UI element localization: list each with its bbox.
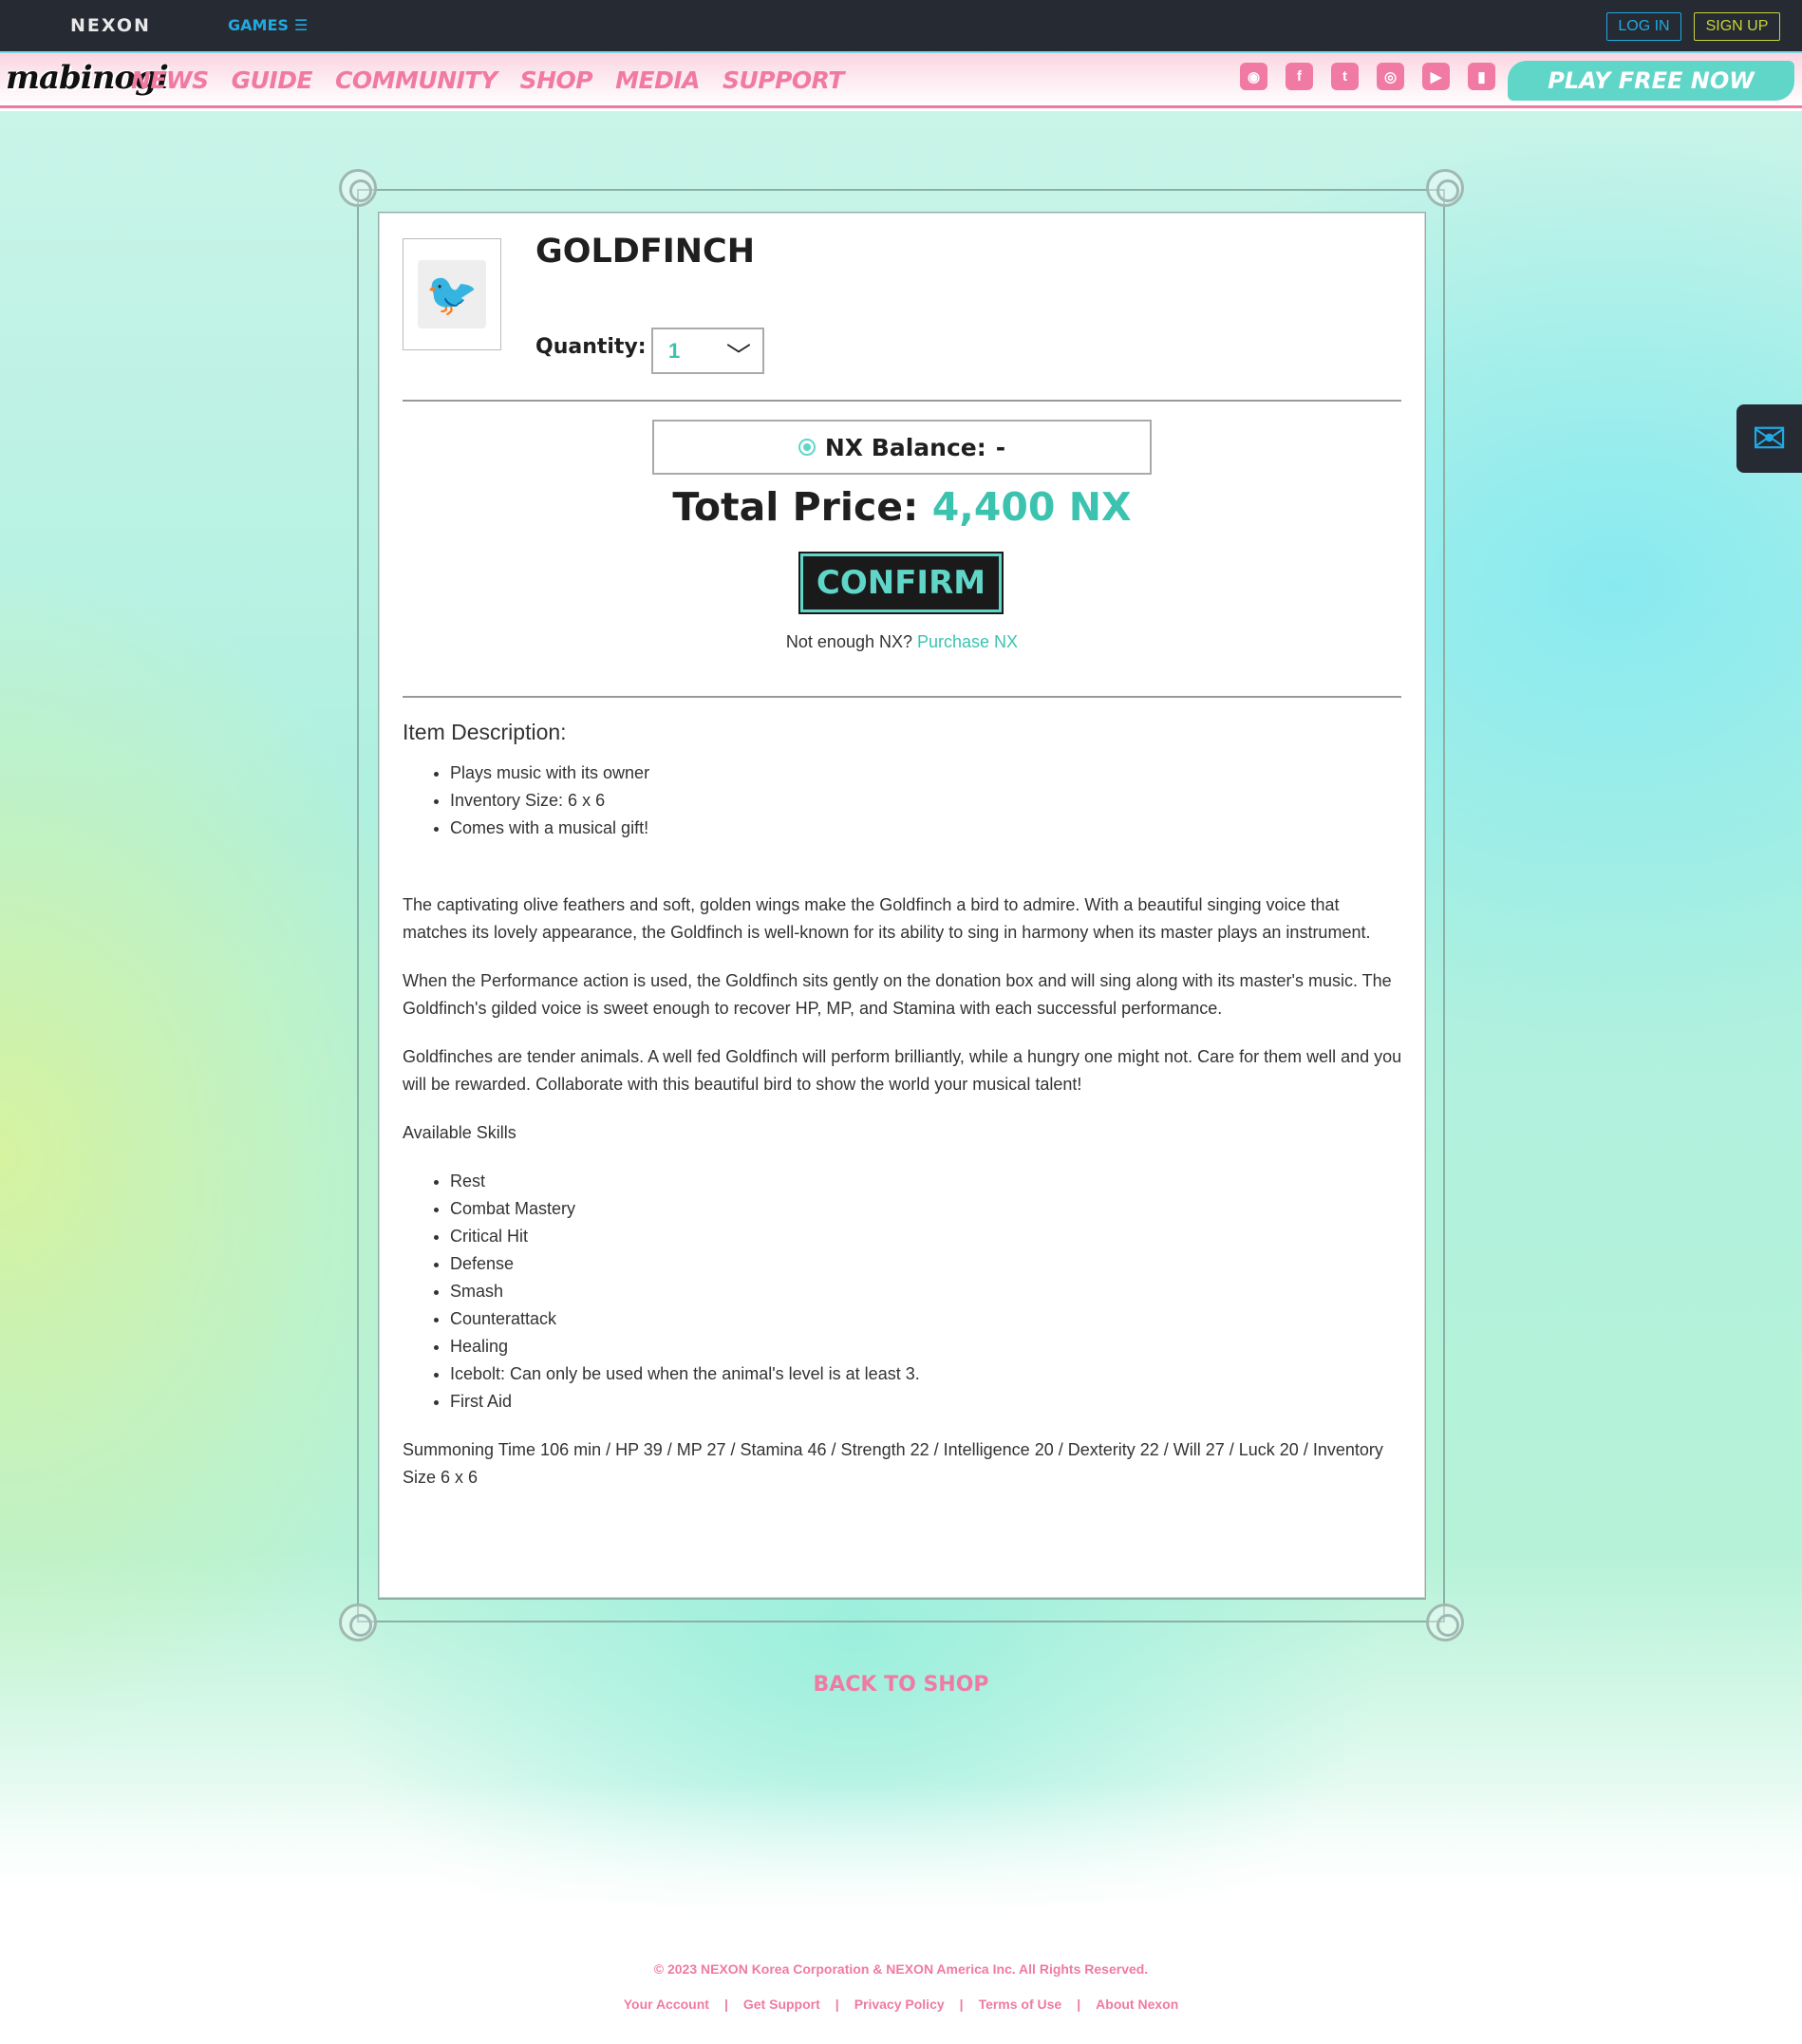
main-nav: mabinogi NEWS GUIDE COMMUNITY SHOP MEDIA…: [0, 51, 1802, 108]
nav-link-media[interactable]: MEDIA: [615, 66, 700, 94]
list-item: Rest: [450, 1168, 1405, 1195]
youtube-icon[interactable]: ▶: [1422, 63, 1450, 90]
nav-link-guide[interactable]: GUIDE: [232, 66, 313, 94]
mail-button[interactable]: ✉: [1736, 404, 1802, 473]
balance-value: -: [995, 433, 1006, 461]
description-paragraph: The captivating olive feathers and soft,…: [403, 895, 1371, 942]
knot-ornament-icon: [1426, 1603, 1464, 1641]
hamburger-icon: ☰: [293, 16, 309, 34]
skills-list: Rest Combat Mastery Critical Hit Defense…: [450, 1168, 1405, 1416]
list-item: Smash: [450, 1278, 1405, 1305]
total-label: Total Price:: [672, 484, 919, 530]
list-item: Healing: [450, 1333, 1405, 1360]
goldfinch-image: 🐦: [418, 260, 486, 328]
not-enough-nx: Not enough NX? Purchase NX: [380, 632, 1424, 652]
balance-label: NX Balance:: [824, 433, 986, 461]
item-title: GOLDFINCH: [535, 233, 756, 271]
list-item: Critical Hit: [450, 1223, 1405, 1250]
list-item: Combat Mastery: [450, 1195, 1405, 1223]
chevron-down-icon: ﹀: [725, 342, 751, 370]
list-item: Icebolt: Can only be used when the anima…: [450, 1360, 1405, 1388]
copyright-text: © 2023 NEXON Korea Corporation & NEXON A…: [653, 1961, 1149, 1977]
feature-list: Plays music with its owner Inventory Siz…: [450, 759, 1405, 842]
separator: |: [835, 1997, 839, 2012]
total-amount: 4,400 NX: [931, 484, 1132, 530]
knot-ornament-icon: [1426, 169, 1464, 207]
nexon-logo[interactable]: NEXON: [70, 15, 151, 36]
not-enough-text: Not enough NX?: [785, 632, 912, 651]
list-item: Inventory Size: 6 x 6: [450, 787, 1405, 815]
twitter-icon[interactable]: t: [1331, 63, 1359, 90]
knot-ornament-icon: [339, 169, 377, 207]
total-price: Total Price: 4,400 NX: [380, 484, 1424, 530]
footer-link-terms-of-use[interactable]: Terms of Use: [979, 1997, 1062, 2012]
separator: |: [1077, 1997, 1081, 2012]
divider: [403, 400, 1401, 402]
nav-link-news[interactable]: NEWS: [131, 66, 209, 94]
footer-links: Your Account | Get Support | Privacy Pol…: [0, 1997, 1802, 2012]
back-to-shop-link[interactable]: BACK TO SHOP: [0, 1673, 1802, 1697]
knot-ornament-icon: [339, 1603, 377, 1641]
login-button[interactable]: LOG IN: [1606, 12, 1681, 41]
description-paragraph: Goldfinches are tender animals. A well f…: [403, 1047, 1402, 1094]
top-bar: NEXON GAMES ☰ LOG IN SIGN UP: [0, 0, 1802, 51]
list-item: Defense: [450, 1250, 1405, 1278]
list-item: Plays music with its owner: [450, 759, 1405, 787]
description-paragraph: When the Performance action is used, the…: [403, 971, 1392, 1018]
purchase-nx-link[interactable]: Purchase NX: [917, 632, 1018, 651]
separator: |: [959, 1997, 964, 2012]
nav-link-shop[interactable]: SHOP: [520, 66, 593, 94]
nx-balance-box: NX Balance: -: [652, 420, 1152, 475]
facebook-icon[interactable]: f: [1286, 63, 1313, 90]
nav-links: NEWS GUIDE COMMUNITY SHOP MEDIA SUPPORT: [131, 66, 844, 94]
instagram-icon[interactable]: ◎: [1377, 63, 1404, 90]
games-menu-button[interactable]: GAMES ☰: [228, 16, 308, 34]
confirm-button[interactable]: CONFIRM: [798, 552, 1004, 614]
quantity-select[interactable]: 1 ﹀: [651, 328, 764, 374]
quantity-value: 1: [668, 338, 681, 363]
nav-link-support[interactable]: SUPPORT: [723, 66, 844, 94]
signup-button[interactable]: SIGN UP: [1694, 12, 1780, 41]
footer-link-about-nexon[interactable]: About Nexon: [1096, 1997, 1178, 2012]
radio-icon: [798, 439, 816, 456]
stats-text: Summoning Time 106 min / HP 39 / MP 27 /…: [403, 1440, 1383, 1487]
social-links: ◉ f t ◎ ▶ ▮: [1240, 63, 1495, 90]
play-free-now-button[interactable]: PLAY FREE NOW: [1508, 61, 1794, 101]
item-description: Item Description: Plays music with its o…: [403, 719, 1405, 1491]
item-thumbnail: 🐦: [403, 238, 501, 350]
list-item: Comes with a musical gift!: [450, 815, 1405, 842]
item-card: 🐦 GOLDFINCH Quantity: 1 ﹀ NX Balance: - …: [379, 213, 1425, 1598]
footer-link-your-account[interactable]: Your Account: [624, 1997, 709, 2012]
twitch-icon[interactable]: ▮: [1468, 63, 1495, 90]
list-item: First Aid: [450, 1388, 1405, 1416]
divider: [403, 696, 1401, 698]
quantity-label: Quantity:: [535, 335, 647, 359]
discord-icon[interactable]: ◉: [1240, 63, 1267, 90]
footer-link-get-support[interactable]: Get Support: [743, 1997, 820, 2012]
list-item: Counterattack: [450, 1305, 1405, 1333]
envelope-icon: ✉: [1752, 415, 1787, 462]
nav-link-community[interactable]: COMMUNITY: [335, 66, 497, 94]
footer-link-privacy-policy[interactable]: Privacy Policy: [854, 1997, 945, 2012]
description-heading: Item Description:: [403, 720, 567, 744]
skills-heading: Available Skills: [403, 1123, 516, 1142]
games-label: GAMES: [228, 16, 289, 34]
separator: |: [723, 1997, 728, 2012]
